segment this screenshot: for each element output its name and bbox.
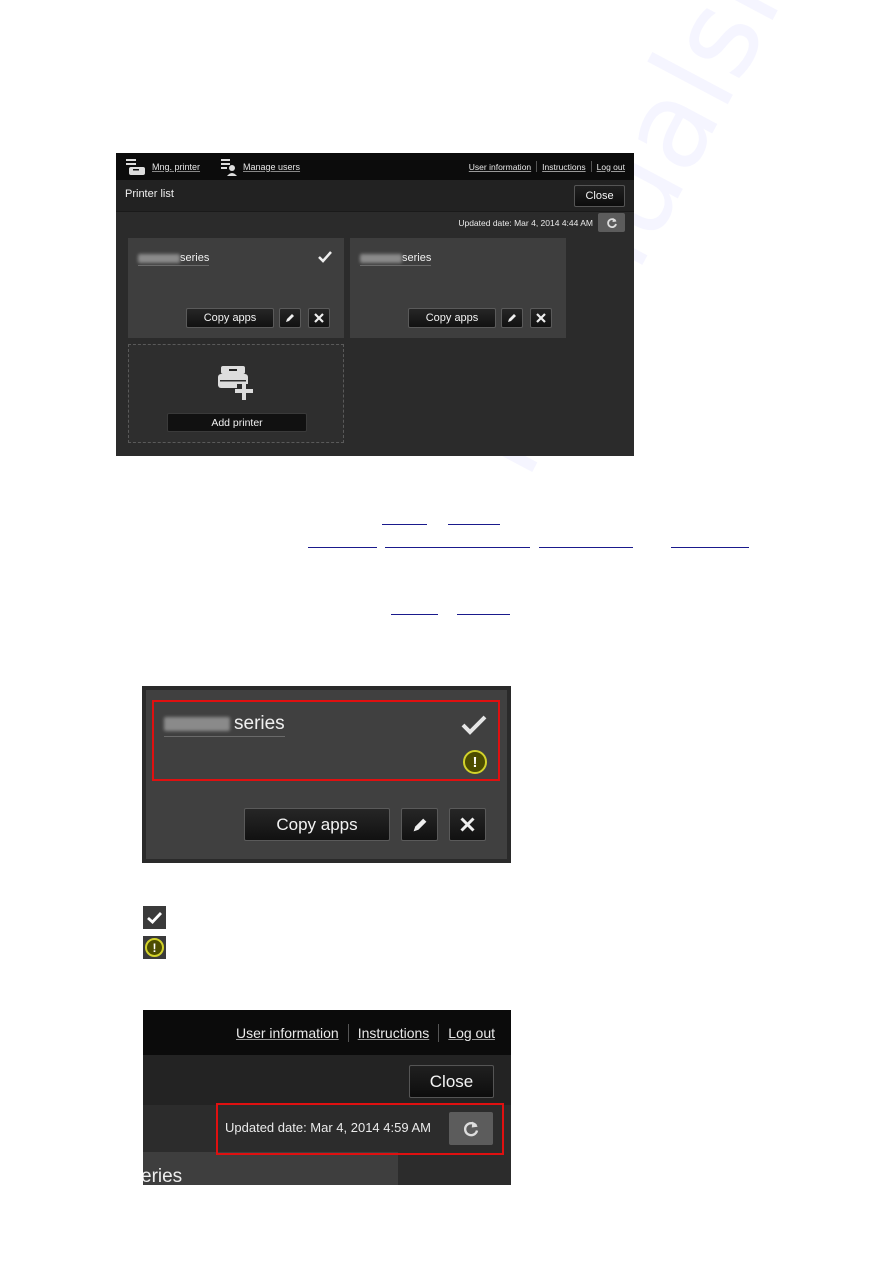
printer-list-screenshot: Mng. printer Manage users User informati… (116, 153, 634, 456)
divider (590, 161, 592, 172)
printer-card[interactable]: series Copy apps (128, 238, 344, 338)
printer-name-suffix: series (402, 252, 432, 264)
nav-mng-printer[interactable]: Mng. printer (125, 153, 200, 180)
doc-link[interactable] (671, 535, 749, 548)
divider (536, 161, 538, 172)
pencil-icon (286, 314, 294, 322)
pencil-icon (508, 314, 516, 322)
doc-link[interactable] (308, 535, 377, 548)
updated-date: Updated date: Mar 4, 2014 4:44 AM (458, 218, 593, 228)
printer-name-suffix: series (180, 252, 210, 264)
edit-button[interactable] (279, 308, 301, 328)
doc-link[interactable] (391, 602, 438, 615)
edit-button[interactable] (501, 308, 523, 328)
divider (347, 1023, 349, 1042)
account-links: User information Instructions Log out (469, 153, 625, 180)
check-icon (318, 251, 332, 263)
blurred-model-name (360, 253, 402, 263)
title-bar: Printer list Close (116, 180, 634, 212)
printer-name[interactable]: series (360, 251, 432, 266)
doc-link[interactable] (448, 512, 500, 525)
user-information-link[interactable]: User information (469, 162, 531, 172)
manage-users-icon (221, 158, 237, 176)
close-button[interactable]: Close (409, 1065, 494, 1098)
close-icon (460, 817, 475, 832)
doc-link[interactable] (385, 535, 530, 548)
nav-mng-printer-label: Mng. printer (152, 161, 201, 172)
close-icon (536, 313, 546, 323)
printer-name-partial: eries (143, 1166, 183, 1185)
copy-apps-button[interactable]: Copy apps (244, 808, 390, 841)
updated-date-screenshot: User information Instructions Log out Cl… (143, 1010, 511, 1185)
account-links: User information Instructions Log out (236, 1010, 495, 1055)
printer-card-partial: eries (143, 1152, 398, 1185)
printer-name[interactable]: series (138, 251, 210, 266)
top-navigation-bar: User information Instructions Log out (143, 1010, 511, 1055)
printer-card[interactable]: series Copy apps (350, 238, 566, 338)
legend-warning: ! (143, 936, 166, 959)
instructions-link[interactable]: Instructions (358, 1025, 430, 1041)
top-navigation-bar: Mng. printer Manage users User informati… (116, 153, 634, 180)
add-printer-icon (218, 366, 253, 400)
nav-manage-users[interactable]: Manage users (220, 153, 300, 180)
refresh-icon (606, 217, 617, 228)
printer-card-detail-screenshot: series ! Copy apps (142, 686, 511, 863)
refresh-button[interactable] (598, 213, 625, 232)
blurred-model-name (138, 253, 180, 263)
add-printer-card[interactable]: Add printer (128, 344, 344, 443)
page-title: Printer list (125, 188, 174, 200)
close-button[interactable]: Close (574, 185, 625, 207)
title-bar: Close (143, 1055, 511, 1105)
delete-button[interactable] (530, 308, 552, 328)
divider (438, 1023, 440, 1042)
user-information-link[interactable]: User information (236, 1025, 339, 1041)
log-out-link[interactable]: Log out (448, 1025, 495, 1041)
edit-button[interactable] (401, 808, 438, 841)
nav-manage-users-label: Manage users (243, 161, 301, 172)
add-printer-button[interactable]: Add printer (167, 413, 307, 432)
doc-link[interactable] (457, 602, 510, 615)
copy-apps-button[interactable]: Copy apps (408, 308, 496, 328)
copy-apps-button[interactable]: Copy apps (186, 308, 274, 328)
highlight-box (152, 700, 500, 781)
highlight-box (216, 1103, 504, 1155)
printer-manage-icon (126, 158, 145, 175)
doc-link[interactable] (382, 512, 427, 525)
delete-button[interactable] (308, 308, 330, 328)
check-icon (147, 911, 162, 924)
delete-button[interactable] (449, 808, 486, 841)
close-icon (314, 313, 324, 323)
pencil-icon (413, 818, 426, 831)
warning-icon: ! (145, 938, 164, 957)
legend-check (143, 906, 166, 929)
log-out-link[interactable]: Log out (597, 162, 625, 172)
instructions-link[interactable]: Instructions (542, 162, 585, 172)
doc-link[interactable] (539, 535, 633, 548)
